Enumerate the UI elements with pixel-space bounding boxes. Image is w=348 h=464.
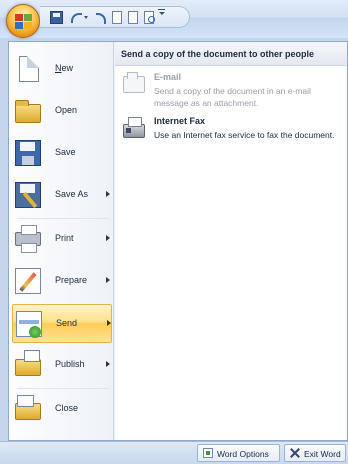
fax-icon <box>123 117 145 138</box>
new-document-icon[interactable] <box>128 11 138 24</box>
submenu-arrow-icon <box>106 361 110 367</box>
menu-item-open[interactable]: Open <box>12 92 112 131</box>
menu-item-label: Close <box>55 403 79 413</box>
office-logo-icon <box>15 14 32 29</box>
close-x-icon <box>290 448 300 458</box>
quick-access-toolbar <box>40 6 190 28</box>
option-title: E-mail <box>154 72 182 82</box>
menu-item-prepare[interactable]: Prepare <box>12 262 112 301</box>
button-label: Exit Word <box>304 449 341 459</box>
exit-word-button[interactable]: Exit Word <box>284 444 346 462</box>
menu-item-label: Open <box>55 105 78 115</box>
save-as-icon <box>15 182 41 208</box>
menu-item-save-as[interactable]: Save As <box>12 176 112 215</box>
undo-dropdown-arrow-icon[interactable] <box>84 16 88 19</box>
open-folder-icon <box>15 100 41 123</box>
prepare-icon <box>15 268 41 294</box>
undo-icon[interactable] <box>69 11 82 24</box>
menu-item-label: ew <box>61 63 74 73</box>
menu-item-label: Save As <box>55 189 89 199</box>
printer-icon <box>15 225 41 253</box>
menu-item-publish[interactable]: Publish <box>12 346 112 385</box>
redo-icon[interactable] <box>94 11 107 24</box>
menu-item-print[interactable]: Print <box>12 220 112 259</box>
options-icon <box>203 448 213 458</box>
submenu-arrow-icon <box>106 277 110 283</box>
menu-item-save[interactable]: Save <box>12 134 112 173</box>
send-icon <box>16 311 42 338</box>
menu-commands: New Open Save Save As Print Prepare Send… <box>9 42 114 440</box>
menu-separator <box>17 388 109 389</box>
option-description: Use an Internet fax service to fax the d… <box>154 130 335 140</box>
submenu-arrow-icon <box>106 191 110 197</box>
word-options-button[interactable]: Word Options <box>197 444 280 462</box>
send-submenu-panel: Send a copy of the document to other peo… <box>115 42 347 440</box>
menu-footer: Word Options Exit Word <box>0 441 348 464</box>
menu-item-label: Prepare <box>55 275 88 285</box>
office-menu: New Open Save Save As Print Prepare Send… <box>8 41 348 441</box>
save-icon[interactable] <box>50 11 63 24</box>
new-document-icon <box>19 56 39 82</box>
option-internet-fax[interactable]: Internet Fax Use an Internet fax service… <box>115 114 347 156</box>
email-icon <box>123 72 145 93</box>
print-preview-icon[interactable] <box>144 11 155 24</box>
menu-item-close[interactable]: Close <box>12 390 112 429</box>
submenu-arrow-icon <box>106 235 110 241</box>
button-label: Word Options <box>217 449 269 459</box>
submenu-arrow-icon <box>107 320 111 326</box>
menu-item-label: Publish <box>55 359 85 369</box>
menu-item-send[interactable]: Send <box>12 304 112 343</box>
menu-item-label: Send <box>56 318 78 328</box>
menu-separator <box>17 218 109 219</box>
option-email[interactable]: E-mail Send a copy of the document in an… <box>115 70 347 112</box>
publish-icon <box>15 350 41 376</box>
close-folder-icon <box>15 395 41 420</box>
option-title: Internet Fax <box>154 116 206 126</box>
customize-toolbar-icon[interactable] <box>158 9 165 17</box>
save-icon <box>15 140 41 166</box>
menu-item-label: Print <box>55 233 74 243</box>
quick-print-icon[interactable] <box>112 11 122 24</box>
panel-title: Send a copy of the document to other peo… <box>115 42 347 66</box>
option-description: Send a copy of the document in an e-mail… <box>154 86 311 108</box>
office-button[interactable] <box>6 4 40 38</box>
title-bar <box>0 0 348 38</box>
menu-item-label: Save <box>55 147 76 157</box>
menu-item-new[interactable]: New <box>12 50 112 89</box>
